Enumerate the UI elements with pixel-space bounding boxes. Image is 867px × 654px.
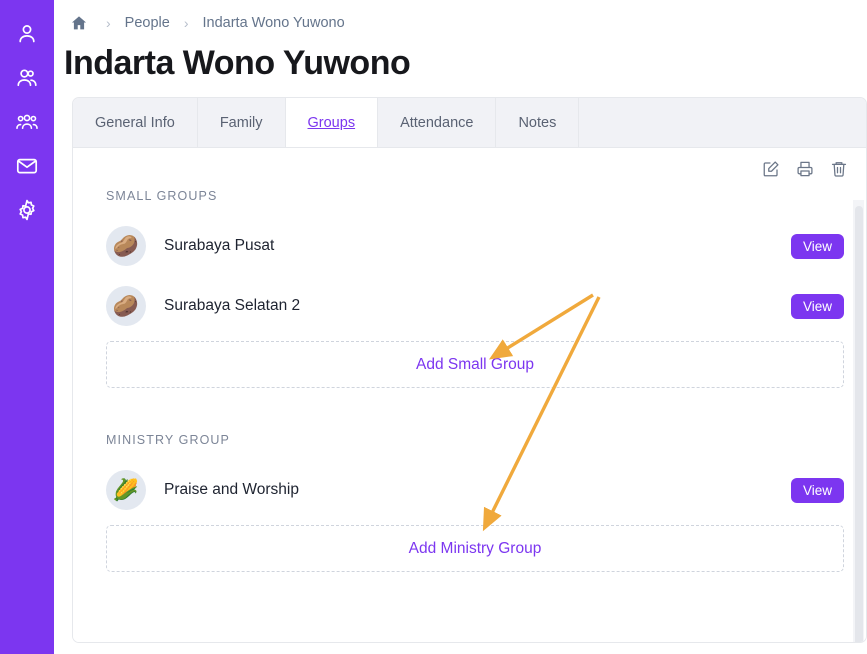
main-content: › People › Indarta Wono Yuwono Indarta W… [54, 0, 867, 654]
breadcrumb-separator-1: › [106, 15, 111, 31]
group-name: Praise and Worship [164, 481, 299, 498]
section-label-small-groups: SMALL GROUPS [106, 189, 218, 203]
view-button[interactable]: View [790, 477, 844, 503]
potato-emoji: 🥔 [106, 226, 146, 266]
add-ministry-group-label: Add Ministry Group [408, 539, 542, 557]
breadcrumb: › People › Indarta Wono Yuwono [66, 14, 345, 32]
add-ministry-group-button[interactable]: Add Ministry Group [106, 525, 844, 572]
sidebar-item-settings[interactable] [0, 188, 54, 232]
edit-icon[interactable] [762, 160, 780, 178]
tab-family[interactable]: Family [198, 98, 286, 147]
person-detail-card: General Info Family Groups Attendance No… [72, 97, 867, 643]
sidebar-item-messages[interactable] [0, 144, 54, 188]
group-name: Surabaya Pusat [164, 237, 275, 254]
group-name: Surabaya Selatan 2 [164, 297, 301, 314]
two-people-icon [15, 66, 39, 90]
envelope-icon [15, 154, 39, 178]
tab-groups[interactable]: Groups [285, 98, 379, 147]
sidebar-item-person[interactable] [0, 12, 54, 56]
groups-panel: SMALL GROUPS 🥔 Surabaya Pusat View 🥔 Sur… [73, 148, 866, 642]
add-small-group-label: Add Small Group [415, 355, 535, 373]
person-icon [15, 22, 39, 46]
potato-emoji: 🥔 [106, 286, 146, 326]
corn-emoji: 🌽 [106, 470, 146, 510]
add-small-group-button[interactable]: Add Small Group [106, 341, 844, 388]
scrollbar-thumb[interactable] [855, 206, 863, 642]
table-row: 🌽 Praise and Worship View [106, 470, 844, 510]
tab-general-info[interactable]: General Info [73, 98, 198, 147]
print-icon[interactable] [796, 160, 814, 178]
tab-attendance[interactable]: Attendance [378, 98, 497, 147]
home-icon[interactable] [66, 14, 92, 32]
gear-icon [15, 198, 39, 222]
app-root: › People › Indarta Wono Yuwono Indarta W… [0, 0, 867, 654]
tab-notes[interactable]: Notes [496, 98, 580, 147]
view-button[interactable]: View [790, 233, 844, 259]
sidebar [0, 0, 54, 654]
page-title: Indarta Wono Yuwono [64, 44, 411, 82]
record-actions [762, 160, 848, 178]
table-row: 🥔 Surabaya Selatan 2 View [106, 286, 844, 326]
group-people-icon [15, 110, 39, 134]
breadcrumb-separator-2: › [183, 15, 189, 31]
trash-icon[interactable] [830, 160, 848, 178]
table-row: 🥔 Surabaya Pusat View [106, 226, 844, 266]
section-label-ministry-group: MINISTRY GROUP [106, 433, 230, 447]
view-button[interactable]: View [790, 293, 844, 319]
tab-bar: General Info Family Groups Attendance No… [73, 98, 866, 148]
breadcrumb-item-current: Indarta Wono Yuwono [202, 15, 345, 31]
sidebar-item-members[interactable] [0, 56, 54, 100]
breadcrumb-item-people[interactable]: People [125, 15, 170, 31]
sidebar-item-groups[interactable] [0, 100, 54, 144]
